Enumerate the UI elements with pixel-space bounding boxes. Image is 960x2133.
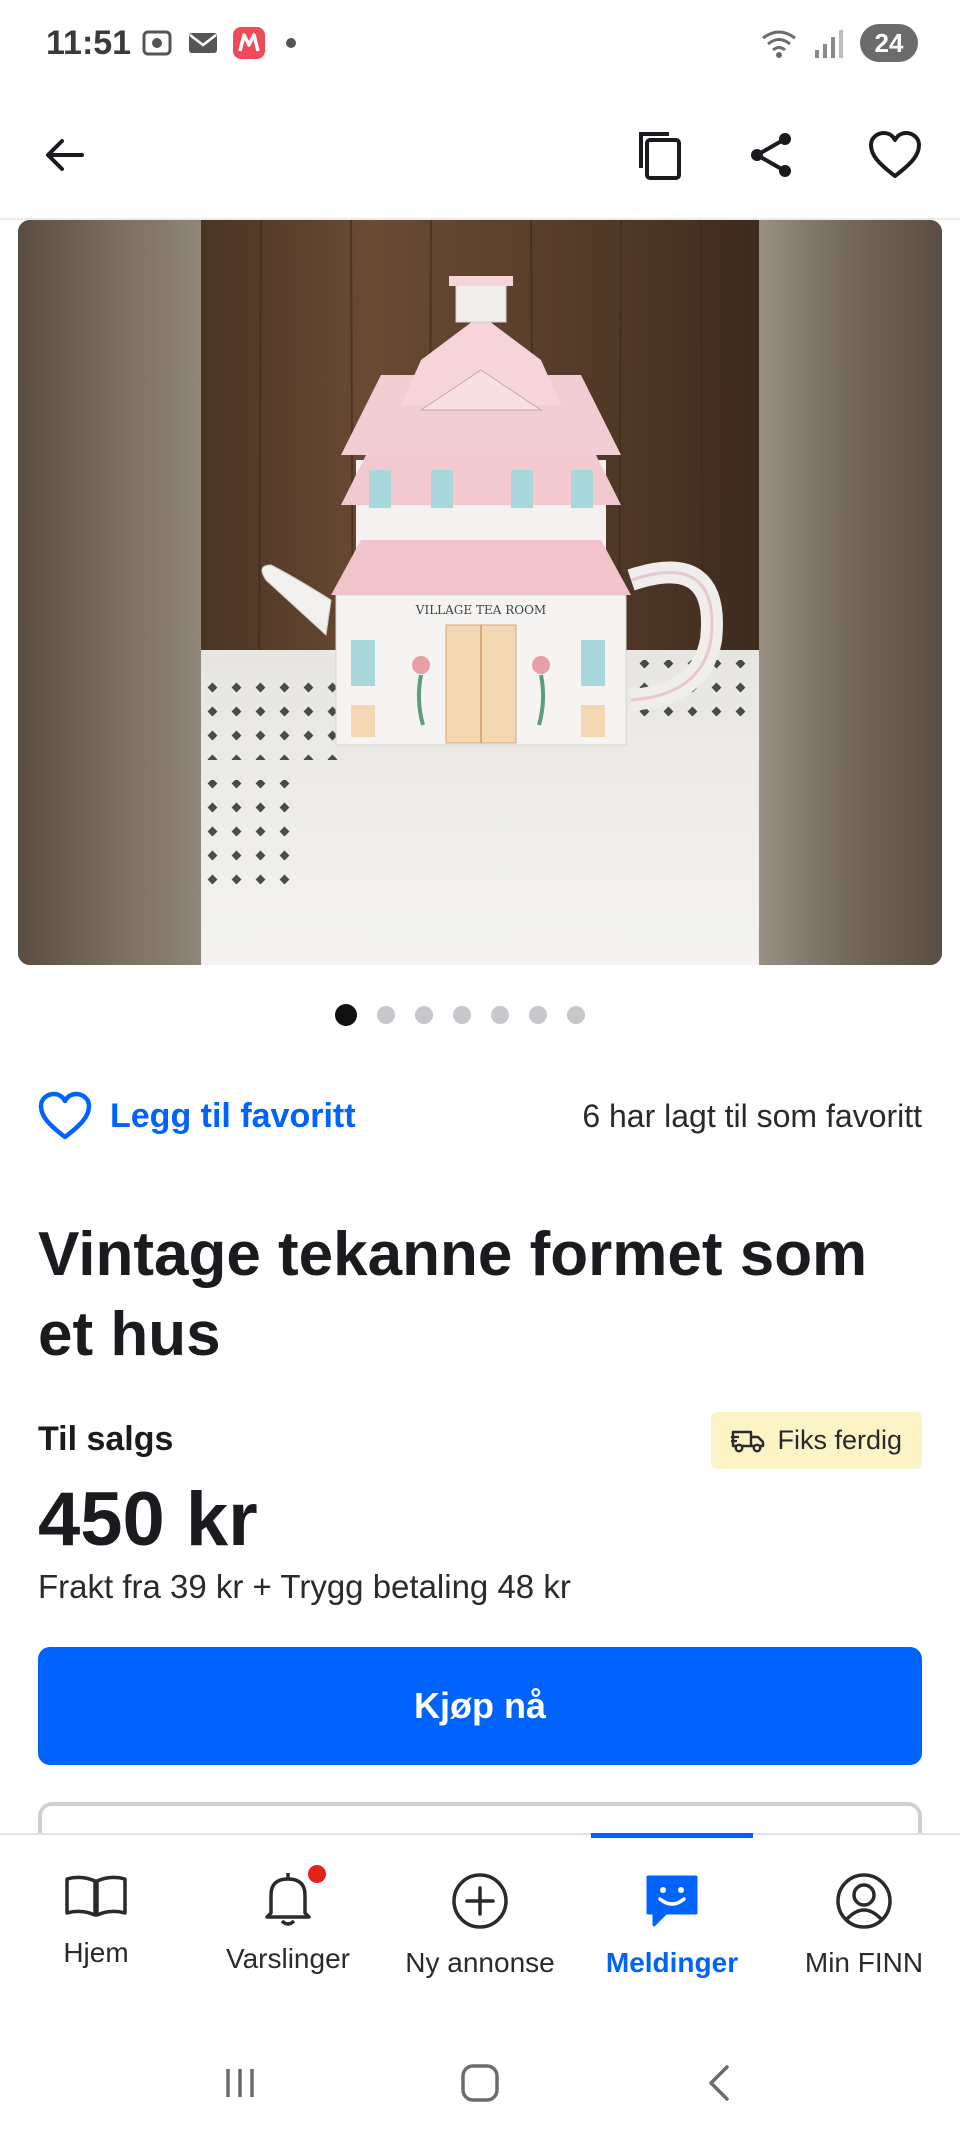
delivery-truck-icon [731, 1430, 765, 1452]
pagination-dot[interactable] [567, 1006, 585, 1024]
pagination-dot[interactable] [529, 1006, 547, 1024]
listing-title: Vintage tekanne formet som et hus [38, 1220, 868, 1369]
pagination-dot[interactable] [415, 1006, 433, 1024]
pagination-dot[interactable] [335, 1004, 357, 1026]
gallery-pagination [0, 1004, 960, 1026]
home-icon [461, 2064, 499, 2102]
gallery-blur-right [759, 220, 942, 965]
chevron-left-icon [709, 2065, 729, 2101]
sale-type-label: Til salgs [38, 1420, 174, 1458]
app-bar [0, 100, 960, 220]
bottom-navigation: Hjem Varslinger Ny annonse Meldinger Min… [0, 1833, 960, 2033]
bell-icon [265, 1873, 311, 1926]
shipping-info: Frakt fra 39 kr + Trygg betaling 48 kr [38, 1568, 571, 1605]
add-to-favorites-button[interactable]: Legg til favoritt [38, 1091, 356, 1141]
image-gallery[interactable]: VILLAGE TEA ROOM [18, 220, 942, 965]
back-button[interactable] [20, 110, 110, 200]
system-navigation-bar [0, 2033, 960, 2133]
copy-icon [639, 132, 681, 180]
nav-item-min-finn[interactable]: Min FINN [768, 1835, 960, 2033]
gallery-blur-left [18, 220, 201, 965]
nav-item-hjem[interactable]: Hjem [0, 1835, 192, 2033]
badge-label: Fiks ferdig [777, 1425, 902, 1455]
plus-circle-icon [452, 1873, 508, 1929]
nav-label: Varslinger [226, 1943, 350, 1974]
nav-item-ny-annonse[interactable]: Ny annonse [384, 1835, 576, 2033]
wifi-icon [762, 30, 796, 58]
recent-apps-icon [226, 2069, 254, 2097]
nav-label: Hjem [63, 1937, 129, 1968]
status-time: 11:51 [46, 24, 132, 62]
listing-photo-teapot: VILLAGE TEA ROOM [201, 220, 759, 965]
more-notifications-dot [286, 38, 296, 48]
nav-item-meldinger[interactable]: Meldinger [576, 1833, 768, 2033]
favorite-count: 6 har lagt til som favoritt [582, 1097, 922, 1134]
share-icon [751, 133, 791, 177]
fiks-ferdig-badge: Fiks ferdig [711, 1412, 922, 1469]
pagination-dot[interactable] [453, 1006, 471, 1024]
recent-apps-button[interactable] [200, 2043, 280, 2123]
buy-now-button[interactable]: Kjøp nå [38, 1647, 922, 1765]
favorite-row: Legg til favoritt 6 har lagt til som fav… [38, 1088, 922, 1144]
status-bar: 11:51 24 [0, 0, 960, 88]
teapot-plaque-text: VILLAGE TEA ROOM [415, 603, 546, 617]
home-button[interactable] [440, 2043, 520, 2123]
nav-label: Meldinger [605, 1947, 739, 1978]
book-icon [65, 1875, 127, 1917]
system-back-button[interactable] [680, 2043, 760, 2123]
nav-item-varslinger[interactable]: Varslinger [192, 1835, 384, 2033]
pagination-dot[interactable] [377, 1006, 395, 1024]
nav-label: Min FINN [804, 1947, 924, 1978]
nav-label: Ny annonse [405, 1947, 555, 1978]
chat-icon [646, 1875, 698, 1927]
price: 450 kr [38, 1477, 258, 1562]
add-to-favorites-label: Legg til favoritt [110, 1096, 356, 1135]
heart-outline-icon [38, 1091, 92, 1140]
copy-button[interactable] [615, 110, 705, 200]
screenshot-icon [142, 30, 172, 56]
app-notification-icon [233, 27, 265, 59]
favorite-button[interactable] [850, 110, 940, 200]
notification-badge [308, 1865, 326, 1883]
battery-indicator: 24 [860, 24, 918, 62]
status-notification-icons [140, 26, 296, 60]
share-button[interactable] [726, 110, 816, 200]
pagination-dot[interactable] [491, 1006, 509, 1024]
mail-icon [189, 33, 217, 53]
profile-icon [836, 1873, 892, 1929]
signal-icon [815, 30, 843, 58]
arrow-left-icon [46, 139, 84, 171]
status-system-icons: 24 [760, 24, 918, 62]
heart-outline-icon [869, 131, 921, 178]
